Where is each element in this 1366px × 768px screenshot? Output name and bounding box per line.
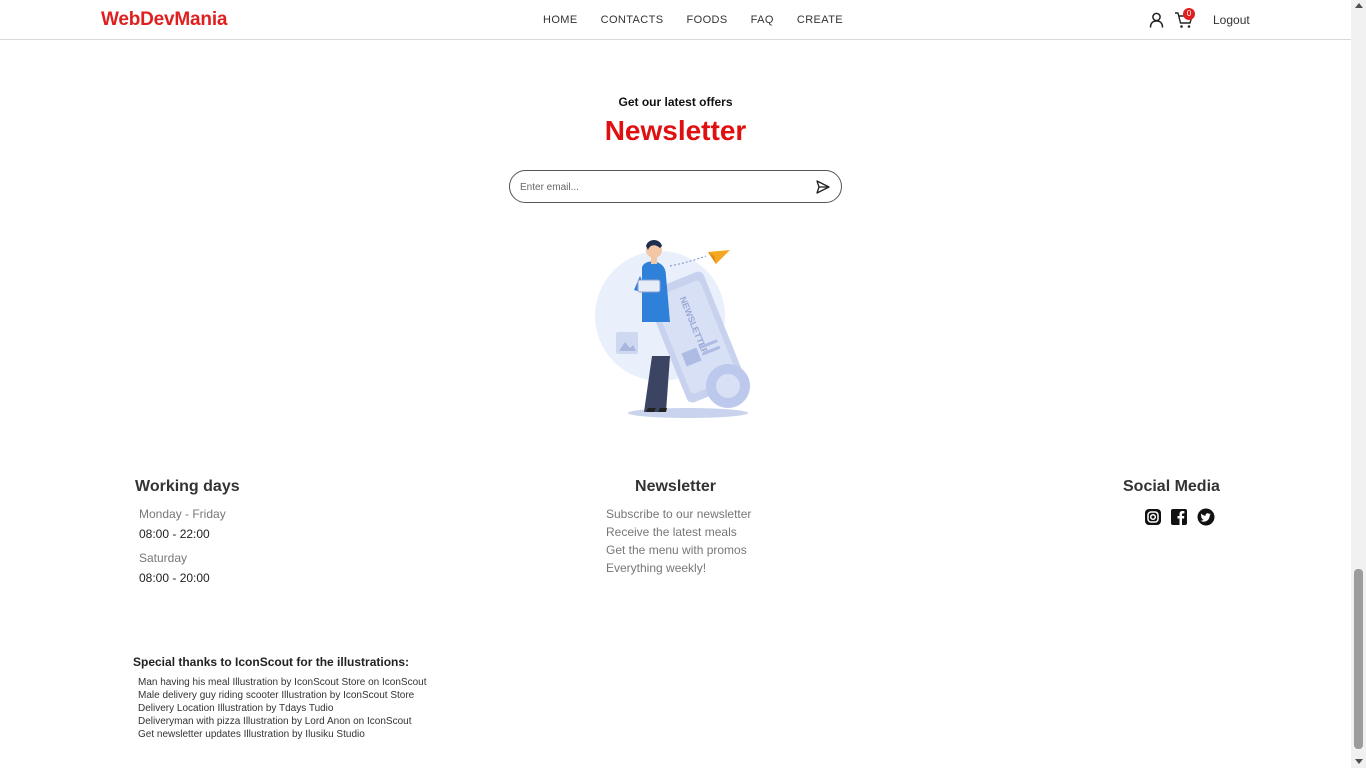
main-nav: HOME CONTACTS FOODS FAQ CREATE xyxy=(543,14,866,26)
nav-faq[interactable]: FAQ xyxy=(751,14,774,26)
site-logo[interactable]: WebDevMania xyxy=(101,9,227,31)
nav-foods[interactable]: FOODS xyxy=(687,14,728,26)
credit-item: Man having his meal Illustration by Icon… xyxy=(138,677,427,688)
credit-item: Male delivery guy riding scooter Illustr… xyxy=(138,690,415,701)
nav-home[interactable]: HOME xyxy=(543,14,578,26)
user-icon[interactable] xyxy=(1149,12,1164,28)
credit-item: Deliveryman with pizza Illustration by L… xyxy=(138,716,412,727)
nav-create[interactable]: CREATE xyxy=(797,14,843,26)
credits-heading: Special thanks to IconScout for the illu… xyxy=(133,655,410,669)
scroll-down-arrow-icon[interactable] xyxy=(1355,759,1363,764)
newsletter-line: Subscribe to our newsletter xyxy=(606,507,752,521)
scrollbar-thumb[interactable] xyxy=(1354,569,1363,749)
credit-item: Get newsletter updates Illustration by I… xyxy=(138,729,365,740)
social-media-heading: Social Media xyxy=(1123,478,1220,495)
newsletter-illustration: NEWSLETTER xyxy=(595,240,750,418)
newsletter-line: Everything weekly! xyxy=(606,561,707,575)
instagram-icon[interactable] xyxy=(1144,508,1162,526)
credit-item: Delivery Location Illustration by Tdays … xyxy=(138,703,334,714)
working-hours-weekdays: 08:00 - 22:00 xyxy=(139,527,210,541)
newsletter-subtitle: Get our latest offers xyxy=(618,95,733,109)
vertical-scrollbar[interactable] xyxy=(1351,0,1366,768)
twitter-icon[interactable] xyxy=(1197,508,1215,526)
email-input[interactable] xyxy=(520,178,800,196)
cart-count-badge: 0 xyxy=(1183,8,1195,20)
nav-contacts[interactable]: CONTACTS xyxy=(601,14,664,26)
newsletter-line: Get the menu with promos xyxy=(606,543,747,557)
scroll-up-arrow-icon[interactable] xyxy=(1355,3,1363,8)
working-day-saturday: Saturday xyxy=(139,551,188,565)
newsletter-heading: Newsletter xyxy=(604,115,747,146)
send-icon[interactable] xyxy=(815,179,831,195)
page: WebDevMania HOME CONTACTS FOODS FAQ CREA… xyxy=(0,0,1366,768)
logout-link[interactable]: Logout xyxy=(1213,13,1250,27)
facebook-icon[interactable] xyxy=(1170,508,1188,526)
working-day-weekdays: Monday - Friday xyxy=(139,507,226,521)
newsletter-line: Receive the latest meals xyxy=(606,525,737,539)
top-navbar: WebDevMania HOME CONTACTS FOODS FAQ CREA… xyxy=(0,0,1351,40)
working-hours-saturday: 08:00 - 20:00 xyxy=(139,571,210,585)
email-subscribe-form xyxy=(509,170,842,203)
